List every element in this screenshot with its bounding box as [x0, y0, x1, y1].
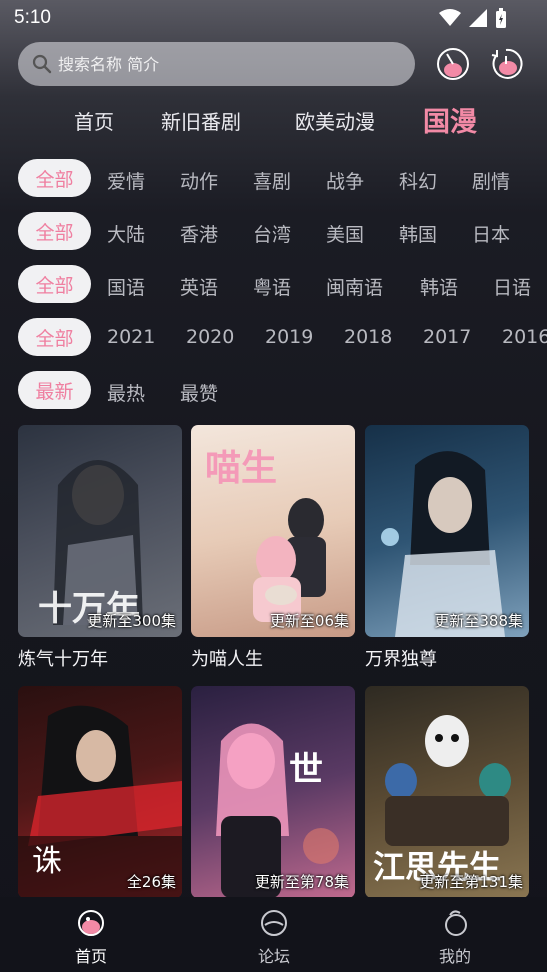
- bottom-navigation: 首页 论坛 我的: [0, 897, 547, 972]
- search-input[interactable]: [58, 54, 378, 74]
- filter-sort: 最新 最热 最赞: [0, 371, 547, 411]
- filter-genre-all-chip[interactable]: 全部: [18, 159, 91, 197]
- filter-option[interactable]: 韩语: [420, 273, 458, 300]
- nav-profile-label: 我的: [438, 947, 471, 966]
- episode-badge: 更新至第78集: [254, 873, 349, 891]
- filter-option[interactable]: 2021: [107, 326, 155, 348]
- video-card[interactable]: 更新至388集 万界独尊: [365, 425, 529, 671]
- poster-art: 诛: [18, 705, 182, 898]
- filter-option[interactable]: 剧情: [472, 167, 510, 194]
- episode-badge: 更新至第131集: [419, 873, 523, 891]
- filter-region-all-chip[interactable]: 全部: [18, 212, 91, 250]
- filter-option[interactable]: 韩国: [399, 220, 437, 247]
- filter-option[interactable]: 2020: [186, 326, 234, 348]
- poster-image[interactable]: 诛 全26集: [18, 686, 182, 898]
- filter-option[interactable]: 粤语: [253, 273, 291, 300]
- search-bar[interactable]: [18, 42, 415, 86]
- filter-option[interactable]: 动作: [180, 167, 218, 194]
- forum-icon: [261, 910, 287, 936]
- video-card[interactable]: 喵生 更新至06集 为喵人生: [191, 425, 355, 671]
- video-title[interactable]: 炼气十万年: [18, 645, 182, 671]
- video-card[interactable]: 江思先生 更新至第131集: [365, 686, 529, 898]
- video-card[interactable]: 诛 全26集: [18, 686, 182, 898]
- search-icon: [32, 54, 52, 74]
- episode-badge: 更新至388集: [434, 612, 523, 630]
- nav-home[interactable]: 首页: [51, 909, 131, 967]
- svg-text:喵生: 喵生: [205, 447, 277, 489]
- nav-forum-label: 论坛: [257, 947, 290, 966]
- status-icons: [439, 8, 507, 28]
- filter-option[interactable]: 日本: [472, 220, 510, 247]
- filter-option[interactable]: 2017: [423, 326, 471, 348]
- status-time: 5:10: [14, 7, 51, 28]
- video-card[interactable]: 世 更新至第78集: [191, 686, 355, 898]
- filter-option[interactable]: 最赞: [180, 379, 218, 406]
- tab-western-cartoon[interactable]: 欧美动漫: [295, 106, 375, 135]
- filter-option[interactable]: 爱情: [107, 167, 145, 194]
- profile-icon: [445, 910, 467, 936]
- filter-sort-latest-chip[interactable]: 最新: [18, 371, 91, 409]
- episode-badge: 更新至300集: [87, 612, 176, 630]
- refresh-record-icon[interactable]: [488, 46, 524, 82]
- filter-option[interactable]: 2018: [344, 326, 392, 348]
- tab-anime[interactable]: 新旧番剧: [161, 106, 241, 135]
- poster-image[interactable]: 世 更新至第78集: [191, 686, 355, 898]
- home-icon: [78, 910, 104, 936]
- poster-image[interactable]: 更新至388集: [365, 425, 529, 637]
- filter-option[interactable]: 最热: [107, 379, 145, 406]
- main-tabs: 首页 新旧番剧 欧美动漫 国漫: [0, 100, 547, 140]
- poster-art: 喵生: [205, 447, 326, 622]
- wifi-icon: [439, 9, 461, 26]
- poster-image[interactable]: 十万年 更新至300集: [18, 425, 182, 637]
- battery-icon: [496, 8, 506, 28]
- filter-option[interactable]: 香港: [180, 220, 218, 247]
- poster-image[interactable]: 喵生 更新至06集: [191, 425, 355, 637]
- filter-option[interactable]: 科幻: [399, 167, 437, 194]
- filter-option[interactable]: 2016: [502, 326, 547, 348]
- filter-option[interactable]: 台湾: [253, 220, 291, 247]
- filter-region: 全部 大陆 香港 台湾 美国 韩国 日本: [0, 212, 547, 252]
- status-bar: 5:10: [0, 0, 547, 36]
- poster-art: [381, 451, 505, 637]
- poster-art: 十万年: [38, 460, 143, 629]
- signal-icon: [469, 9, 487, 27]
- poster-image[interactable]: 江思先生 更新至第131集: [365, 686, 529, 898]
- poster-art: 江思先生: [373, 715, 511, 886]
- history-clock-icon[interactable]: [435, 46, 471, 82]
- filter-year: 全部 2021 2020 2019 2018 2017 2016: [0, 318, 547, 358]
- video-title[interactable]: 为喵人生: [191, 645, 355, 671]
- filter-genre: 全部 爱情 动作 喜剧 战争 科幻 剧情: [0, 159, 547, 199]
- filter-language-all-chip[interactable]: 全部: [18, 265, 91, 303]
- nav-forum[interactable]: 论坛: [234, 909, 314, 967]
- filter-option[interactable]: 大陆: [107, 220, 145, 247]
- svg-text:世: 世: [289, 750, 323, 790]
- filter-option[interactable]: 喜剧: [253, 167, 291, 194]
- poster-art: 世: [216, 723, 339, 898]
- filter-option[interactable]: 日语: [493, 273, 531, 300]
- filter-option[interactable]: 闽南语: [326, 273, 383, 300]
- nav-home-label: 首页: [74, 947, 107, 966]
- filter-option[interactable]: 国语: [107, 273, 145, 300]
- filter-option[interactable]: 2019: [265, 326, 313, 348]
- nav-profile[interactable]: 我的: [415, 909, 495, 967]
- filter-option[interactable]: 英语: [180, 273, 218, 300]
- svg-text:诛: 诛: [32, 844, 62, 879]
- tab-chinese-animation[interactable]: 国漫: [423, 100, 477, 139]
- filter-year-all-chip[interactable]: 全部: [18, 318, 91, 356]
- tab-home[interactable]: 首页: [74, 106, 114, 135]
- video-card[interactable]: 十万年 更新至300集 炼气十万年: [18, 425, 182, 671]
- video-title[interactable]: 万界独尊: [365, 645, 529, 671]
- filter-option[interactable]: 战争: [326, 167, 364, 194]
- episode-badge: 更新至06集: [269, 612, 349, 630]
- filter-language: 全部 国语 英语 粤语 闽南语 韩语 日语: [0, 265, 547, 305]
- filter-option[interactable]: 美国: [326, 220, 364, 247]
- episode-badge: 全26集: [126, 873, 176, 891]
